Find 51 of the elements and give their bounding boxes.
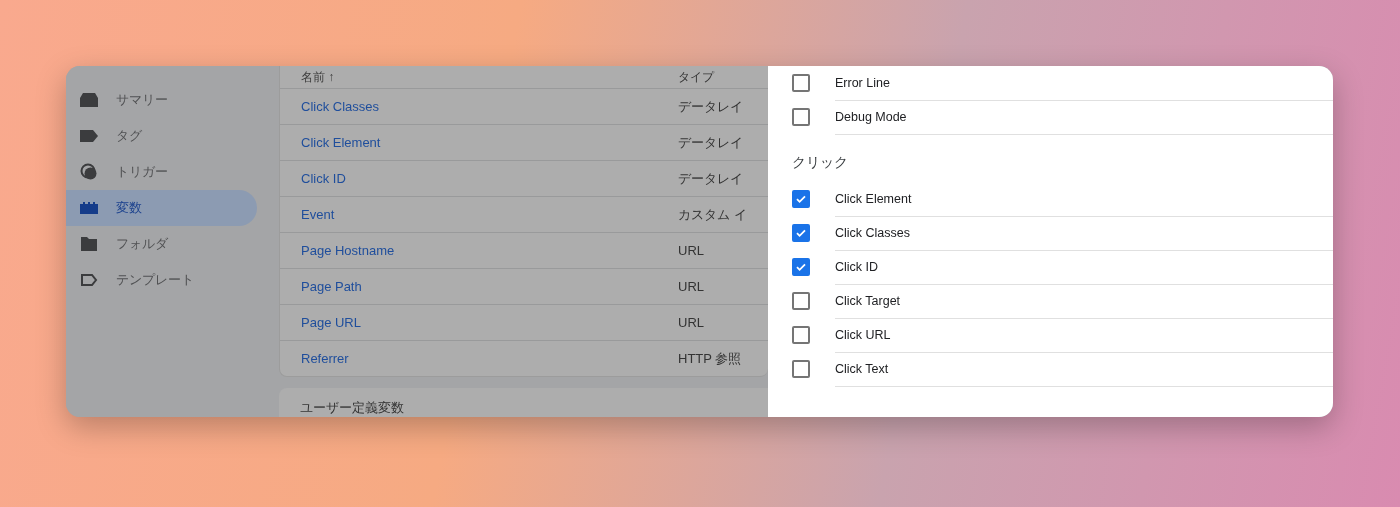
tag-icon <box>80 130 98 142</box>
variable-link[interactable]: Click ID <box>280 171 678 186</box>
variable-link[interactable]: Page Hostname <box>280 243 678 258</box>
checkbox[interactable] <box>792 292 810 310</box>
checkbox-label: Click Target <box>835 283 1333 319</box>
table-cell: URL <box>678 279 704 294</box>
checkbox-label: Debug Mode <box>835 99 1333 135</box>
table-cell: URL <box>678 243 704 258</box>
checkbox-label: Click ID <box>835 249 1333 285</box>
checkbox[interactable] <box>792 326 810 344</box>
sidebar-item[interactable]: 変数 <box>66 190 257 226</box>
variable-link[interactable]: Click Classes <box>280 99 678 114</box>
checkbox-label: Click Element <box>835 181 1333 217</box>
sidebar-item[interactable]: タグ <box>66 118 257 154</box>
column-header[interactable]: タイプ <box>678 68 714 86</box>
tag-outline-icon <box>80 274 98 286</box>
sidebar-item[interactable]: フォルダ <box>66 226 257 262</box>
checkbox[interactable] <box>792 190 810 208</box>
variable-link[interactable]: Referrer <box>280 351 678 366</box>
table-cell: HTTP 参照 <box>678 349 742 368</box>
checkbox[interactable] <box>792 258 810 276</box>
variable-link[interactable]: Click Element <box>280 135 678 150</box>
blocks-icon <box>80 202 98 214</box>
checkbox-label: Click Classes <box>835 215 1333 251</box>
check-icon <box>795 227 807 239</box>
group-heading: クリック <box>792 153 849 172</box>
checkbox[interactable] <box>792 224 810 242</box>
checkbox[interactable] <box>792 360 810 378</box>
table-cell: データレイ <box>678 169 743 188</box>
table-cell: データレイ <box>678 97 743 116</box>
table-cell: データレイ <box>678 133 743 152</box>
checkbox-label: Click Text <box>835 351 1333 387</box>
table-cell: カスタム イ <box>678 205 747 224</box>
checkbox[interactable] <box>792 108 810 126</box>
section-title: ユーザー定義変数 <box>300 400 404 415</box>
variable-link[interactable]: Page Path <box>280 279 678 294</box>
folder-icon <box>80 237 98 251</box>
variable-link[interactable]: Page URL <box>280 315 678 330</box>
sidebar-item[interactable]: サマリー <box>66 82 257 118</box>
checkbox[interactable] <box>792 74 810 92</box>
check-icon <box>795 193 807 205</box>
checkbox-label: Click URL <box>835 317 1333 353</box>
circles-icon <box>80 163 98 181</box>
variable-link[interactable]: Event <box>280 207 678 222</box>
tray-icon <box>80 93 98 107</box>
check-icon <box>795 261 807 273</box>
sidebar-item[interactable]: テンプレート <box>66 262 257 298</box>
table-cell: URL <box>678 315 704 330</box>
checkbox-label: Error Line <box>835 66 1333 101</box>
column-header[interactable]: 名前 ↑ <box>280 68 678 86</box>
sidebar-item[interactable]: トリガー <box>66 154 257 190</box>
